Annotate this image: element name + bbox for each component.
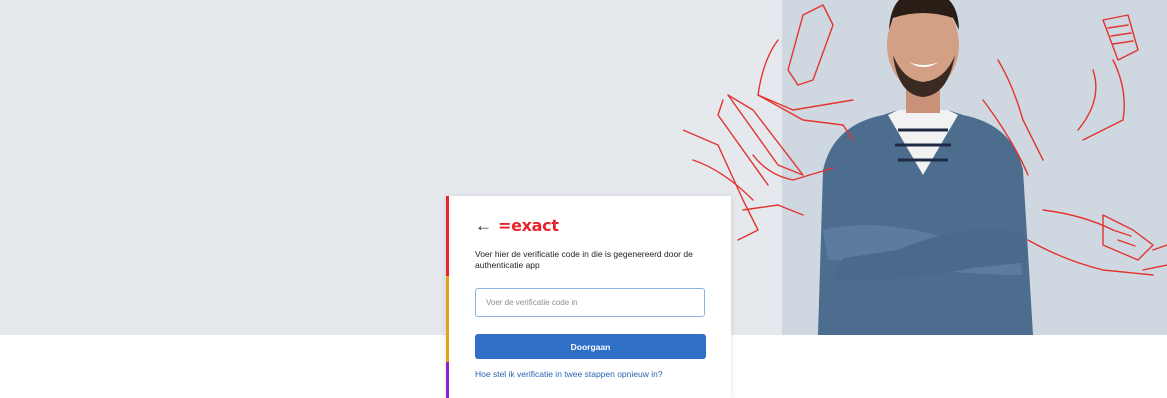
- card-header: ← =exact: [475, 215, 559, 235]
- hero-person-with-line-art-image: [683, 0, 1167, 335]
- logo-text: exact: [511, 215, 559, 235]
- logo-prefix: =: [498, 215, 512, 235]
- arrow-left-icon[interactable]: ←: [475, 217, 492, 234]
- verification-code-input[interactable]: [475, 288, 705, 317]
- stripe-purple: [446, 362, 449, 398]
- stripe-orange: [446, 276, 449, 362]
- verification-card: ← =exact Voer hier de verificatie code i…: [446, 196, 731, 398]
- card-accent-stripe: [446, 196, 449, 398]
- hero-illustration: [683, 0, 1167, 335]
- continue-button[interactable]: Doorgaan: [475, 334, 706, 359]
- stripe-red: [446, 196, 449, 276]
- login-page: ← =exact Voer hier de verificatie code i…: [0, 0, 1167, 398]
- reset-two-step-link[interactable]: Hoe stel ik verificatie in twee stappen …: [475, 369, 663, 379]
- exact-logo: =exact: [498, 216, 559, 235]
- verification-instruction: Voer hier de verificatie code in die is …: [475, 249, 693, 270]
